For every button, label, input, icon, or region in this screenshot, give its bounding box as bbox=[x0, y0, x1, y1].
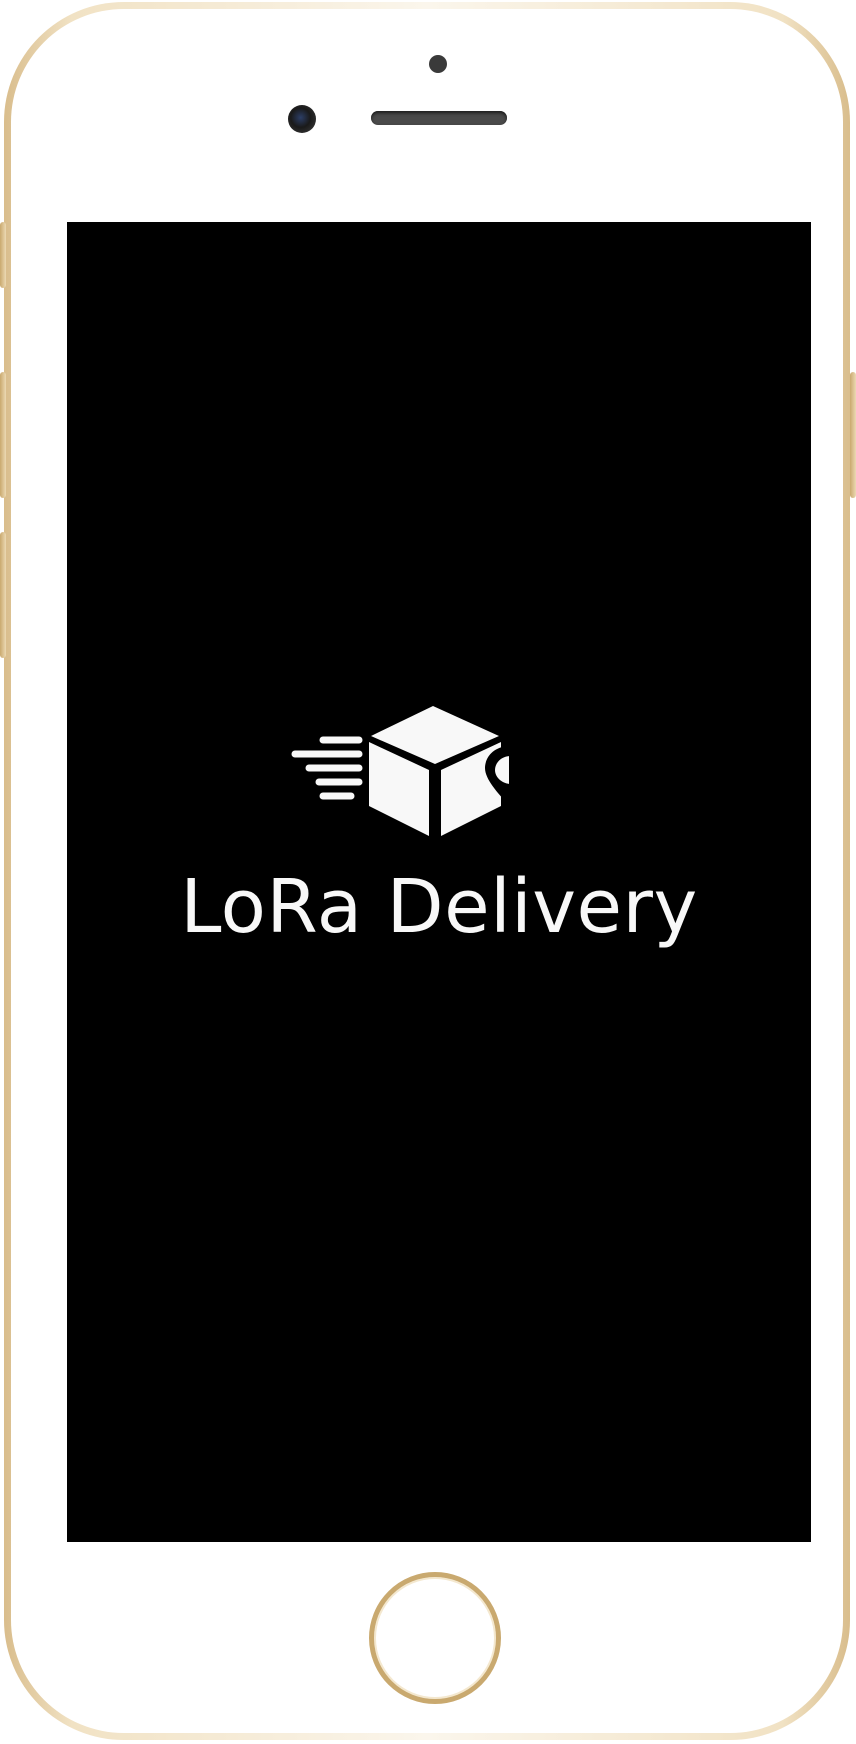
phone-front-face: LoRa Delivery bbox=[11, 9, 843, 1733]
app-title: LoRa Delivery bbox=[180, 864, 698, 950]
earpiece-speaker bbox=[371, 111, 507, 125]
mute-switch[interactable] bbox=[0, 222, 6, 288]
proximity-sensor bbox=[429, 55, 447, 73]
app-splash-screen: LoRa Delivery bbox=[67, 222, 811, 1542]
delivery-box-pin-icon bbox=[291, 706, 509, 836]
phone-device-frame: LoRa Delivery bbox=[4, 2, 850, 1740]
volume-down-button[interactable] bbox=[0, 532, 6, 658]
home-button[interactable] bbox=[369, 1572, 501, 1704]
front-camera-icon bbox=[288, 105, 316, 133]
volume-up-button[interactable] bbox=[0, 372, 6, 498]
power-button[interactable] bbox=[850, 372, 856, 498]
